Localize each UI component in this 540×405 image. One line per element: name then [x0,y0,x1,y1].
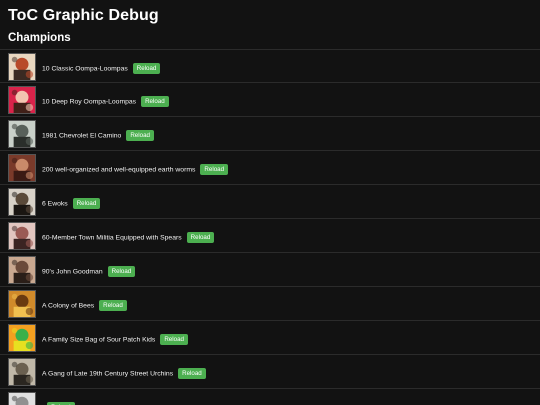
item-label: 6 Ewoks Reload [42,198,101,209]
reload-button[interactable]: Reload [178,368,206,379]
item-name: 60-Member Town Militia Equipped with Spe… [42,234,182,242]
list-item: 1981 Chevrolet El Camino Reload [0,117,540,151]
list-item: A Family Size Bag of Sour Patch Kids Relo… [0,321,540,355]
item-label: 10 Deep Roy Oompa-Loompas Reload [42,96,169,107]
bees-thumbnail [8,290,36,318]
item-name: 200 well-organized and well-equipped ear… [42,166,196,174]
list-item: 6 Ewoks Reload [0,185,540,219]
urchins-thumbnail [8,358,36,386]
list-item: 60-Member Town Militia Equipped with Spe… [0,219,540,253]
portrait-thumbnail [8,86,36,114]
reload-button[interactable]: Reload [132,63,161,74]
reload-button[interactable]: Reload [160,334,188,345]
reload-button[interactable]: Reload [72,198,101,209]
section-title: Champions [8,32,71,44]
debug-page: ToC Graphic Debug Champions 10 Classic O… [0,0,540,405]
portrait-thumbnail [8,53,36,81]
reload-button[interactable]: Reload [126,130,154,141]
reload-button[interactable]: Reload [107,266,136,277]
candy-thumbnail [8,324,36,352]
item-label: A Family Size Bag of Sour Patch Kids Relo… [42,334,188,345]
item-name: 10 Classic Oompa-Loompas [42,65,128,73]
list-item: 200 well-organized and well-equipped ear… [0,151,540,185]
item-label: A Gang of Late 19th Century Street Urchi… [42,368,206,379]
list-item: 10 Classic Oompa-Loompas Reload [0,49,540,83]
item-label: A Colony of Bees Reload [42,300,127,311]
item-name: A Gang of Late 19th Century Street Urchi… [42,370,174,378]
list-item: A Gang of Late 19th Century Street Urchi… [0,355,540,389]
reload-button[interactable]: Reload [141,96,169,107]
worms-thumbnail [8,154,36,182]
list-item: 10 Deep Roy Oompa-Loompas Reload [0,83,540,117]
partial-thumbnail [8,392,36,405]
list-item: A Colony of Bees Reload [0,287,540,321]
reload-button[interactable]: Reload [99,300,127,311]
page-title: ToC Graphic Debug [8,7,159,24]
reload-button[interactable]: Reload [186,232,215,243]
item-name: 90's John Goodman [42,268,103,276]
item-name: 6 Ewoks [42,200,68,208]
champion-list: 10 Classic Oompa-Loompas Reload 10 Deep Ro… [0,49,540,405]
item-name: A Colony of Bees [42,302,95,310]
ewoks-thumbnail [8,188,36,216]
item-label: 200 well-organized and well-equipped ear… [42,164,229,175]
list-item: Reload [0,389,540,405]
item-label: 1981 Chevrolet El Camino Reload [42,130,154,141]
reload-button[interactable]: Reload [200,164,229,175]
militia-thumbnail [8,222,36,250]
item-label: 60-Member Town Militia Equipped with Spe… [42,232,215,243]
list-item: 90's John Goodman Reload [0,253,540,287]
item-label: 90's John Goodman Reload [42,266,136,277]
car-thumbnail [8,120,36,148]
item-name: 1981 Chevrolet El Camino [42,132,122,140]
item-name: A Family Size Bag of Sour Patch Kids [42,336,156,344]
item-name: 10 Deep Roy Oompa-Loompas [42,98,137,106]
portrait-thumbnail [8,256,36,284]
item-label: 10 Classic Oompa-Loompas Reload [42,63,161,74]
